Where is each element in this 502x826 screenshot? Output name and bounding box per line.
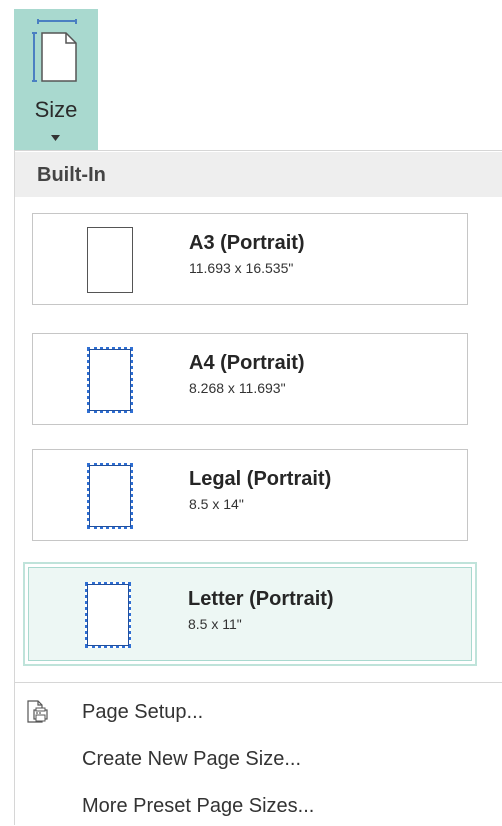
- menu-item-label: Create New Page Size...: [82, 748, 301, 770]
- size-option-dimensions: 8.268 x 11.693": [189, 380, 286, 396]
- size-option-a3-portrait[interactable]: A3 (Portrait) 11.693 x 16.535": [32, 213, 468, 305]
- menu-divider: [15, 682, 502, 683]
- size-dropdown-menu: Built-In A3 (Portrait) 11.693 x 16.535" …: [14, 150, 502, 825]
- size-option-title: Legal (Portrait): [189, 468, 332, 490]
- menu-top-border: [15, 150, 502, 151]
- size-option-title: A3 (Portrait): [189, 232, 305, 254]
- size-option-title: Letter (Portrait): [188, 588, 334, 610]
- size-button[interactable]: Size: [14, 9, 98, 150]
- dotted-page-icon: [87, 463, 133, 529]
- size-option-title: A4 (Portrait): [189, 352, 305, 374]
- section-header-label: Built-In: [37, 164, 106, 186]
- menu-item-label: Page Setup...: [82, 701, 204, 723]
- size-option-legal-portrait[interactable]: Legal (Portrait) 8.5 x 14": [32, 449, 468, 541]
- chevron-down-icon: [51, 135, 60, 141]
- size-option-dimensions: 8.5 x 11": [188, 616, 242, 632]
- dotted-page-icon: [85, 582, 131, 648]
- menu-item-page-setup[interactable]: Page Setup...: [15, 692, 502, 732]
- menu-item-label: More Preset Page Sizes...: [82, 795, 315, 817]
- section-header-built-in: Built-In: [15, 152, 502, 197]
- dotted-page-icon: [87, 347, 133, 413]
- size-option-a4-portrait[interactable]: A4 (Portrait) 8.268 x 11.693": [32, 333, 468, 425]
- menu-item-more-preset-page-sizes[interactable]: More Preset Page Sizes...: [15, 786, 502, 826]
- size-option-dimensions: 8.5 x 14": [189, 496, 244, 512]
- size-option-letter-portrait[interactable]: Letter (Portrait) 8.5 x 11": [23, 562, 477, 666]
- page-size-icon: [32, 19, 77, 82]
- page-setup-icon: [27, 700, 48, 723]
- menu-item-create-new-page-size[interactable]: Create New Page Size...: [15, 739, 502, 779]
- plain-page-icon: [87, 227, 133, 293]
- size-button-label: Size: [34, 97, 78, 122]
- size-option-dimensions: 11.693 x 16.535": [189, 260, 294, 276]
